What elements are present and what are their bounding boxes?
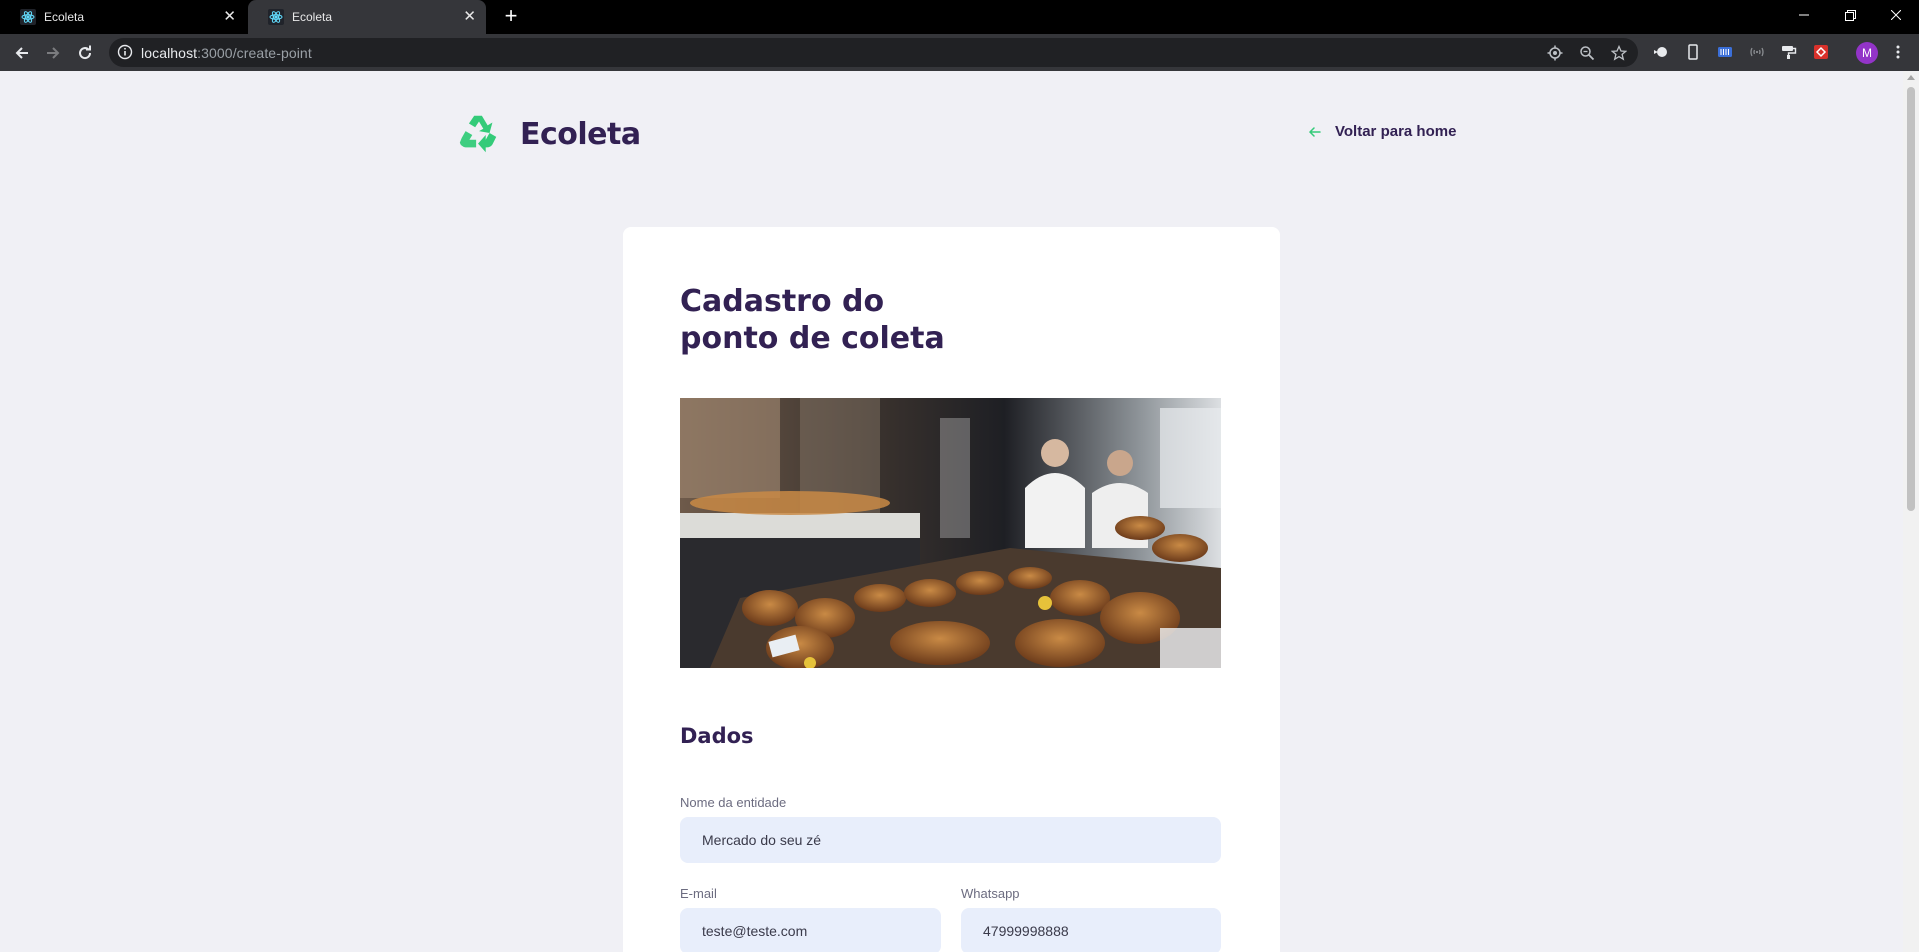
address-bar[interactable]: localhost:3000/create-point <box>109 38 1638 67</box>
email-field-label: E-mail <box>680 886 717 901</box>
create-point-form: Cadastro do ponto de coleta Dados Nome d… <box>623 227 1280 952</box>
back-home-link[interactable]: Voltar para home <box>1307 123 1456 140</box>
new-tab-icon[interactable]: + <box>500 5 522 28</box>
forward-icon[interactable] <box>40 40 66 66</box>
zoom-icon[interactable] <box>1578 44 1596 62</box>
location-icon[interactable] <box>1546 44 1564 62</box>
arrow-left-icon <box>1308 126 1321 137</box>
logo-text: Ecoleta <box>520 116 641 152</box>
email-input[interactable]: teste@teste.com <box>680 908 941 952</box>
react-icon <box>20 9 36 25</box>
paint-roller-icon[interactable] <box>1780 43 1798 61</box>
back-home-label: Voltar para home <box>1335 123 1457 140</box>
recycle-icon <box>459 115 497 153</box>
extension-icon[interactable] <box>1652 43 1670 61</box>
close-tab-icon[interactable]: ✕ <box>223 9 236 25</box>
menu-kebab-icon[interactable] <box>1889 43 1907 61</box>
scroll-up-icon[interactable] <box>1907 75 1915 80</box>
profile-avatar[interactable]: M <box>1856 42 1878 64</box>
restore-icon[interactable] <box>1827 0 1873 30</box>
browser-tab[interactable]: Ecoleta ✕ <box>0 0 246 34</box>
tab-title: Ecoleta <box>292 10 333 24</box>
page-viewport: Ecoleta Voltar para home Cadastro do pon… <box>0 71 1903 952</box>
ecoleta-logo[interactable]: Ecoleta <box>456 111 641 157</box>
back-icon[interactable] <box>9 40 35 66</box>
scroll-thumb[interactable] <box>1907 87 1915 511</box>
extension-red-icon[interactable] <box>1812 43 1830 61</box>
whatsapp-field-label: Whatsapp <box>961 886 1020 901</box>
whatsapp-input[interactable]: 47999998888 <box>961 908 1221 952</box>
bookmark-star-icon[interactable] <box>1610 44 1628 62</box>
device-icon[interactable] <box>1684 43 1702 61</box>
react-icon <box>268 9 284 25</box>
page-title: Cadastro do ponto de coleta <box>680 284 945 356</box>
extension-blue-icon[interactable] <box>1716 43 1734 61</box>
name-field-label: Nome da entidade <box>680 795 787 810</box>
section-title-dados: Dados <box>680 724 754 748</box>
hero-image-bakery <box>680 398 1221 668</box>
tab-title: Ecoleta <box>44 10 85 24</box>
wireless-icon[interactable] <box>1748 43 1766 61</box>
close-window-icon[interactable] <box>1873 0 1919 30</box>
minimize-icon[interactable] <box>1781 0 1827 30</box>
url-text: localhost:3000/create-point <box>141 45 312 61</box>
name-input[interactable]: Mercado do seu zé <box>680 817 1221 863</box>
browser-toolbar: localhost:3000/create-point M <box>0 34 1919 71</box>
reload-icon[interactable] <box>72 40 98 66</box>
browser-tab-bar: Ecoleta ✕ Ecoleta ✕ + <box>0 0 1919 34</box>
info-icon[interactable] <box>117 44 133 65</box>
browser-tab-active[interactable]: Ecoleta ✕ <box>248 0 486 34</box>
close-tab-icon[interactable]: ✕ <box>463 9 476 25</box>
page-scrollbar[interactable] <box>1903 71 1919 952</box>
